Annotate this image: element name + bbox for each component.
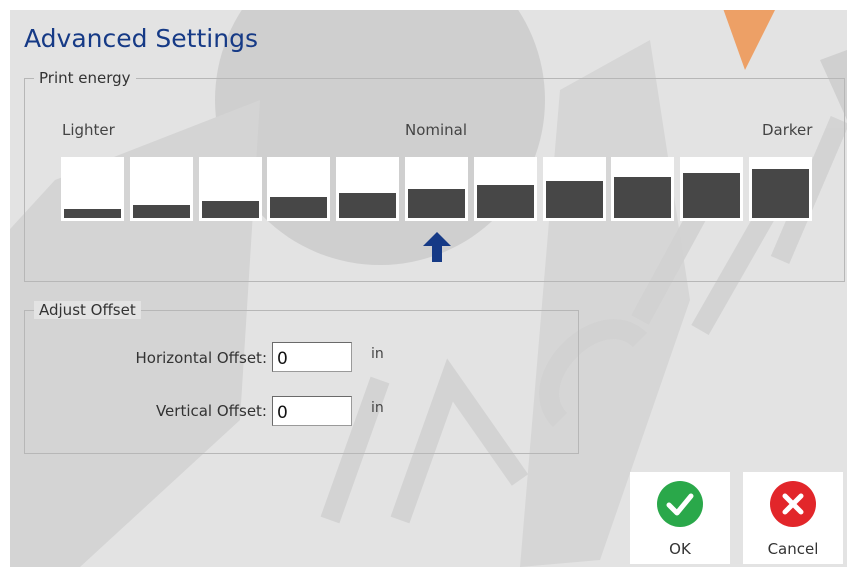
energy-level-5[interactable]	[336, 157, 399, 221]
energy-level-fill	[477, 185, 534, 218]
ok-button-label: OK	[669, 540, 691, 558]
energy-level-7[interactable]	[474, 157, 537, 221]
energy-level-2[interactable]	[130, 157, 193, 221]
energy-level-fill	[683, 173, 740, 218]
nominal-label: Nominal	[405, 121, 468, 139]
horizontal-offset-input[interactable]	[272, 342, 352, 372]
energy-level-fill	[64, 209, 121, 218]
checkmark-icon	[657, 481, 703, 527]
cancel-button[interactable]: Cancel	[743, 472, 843, 564]
ok-button[interactable]: OK	[630, 472, 730, 564]
horizontal-offset-unit: in	[371, 346, 384, 362]
energy-level-fill	[133, 205, 190, 218]
energy-level-fill	[202, 201, 259, 218]
vertical-offset-unit: in	[371, 400, 384, 416]
cancel-button-label: Cancel	[767, 540, 819, 558]
close-icon	[770, 481, 816, 527]
energy-level-fill	[546, 181, 603, 218]
adjust-offset-group: Adjust Offset	[24, 301, 579, 454]
energy-level-3[interactable]	[199, 157, 262, 221]
up-arrow-icon	[423, 232, 451, 262]
energy-level-6[interactable]	[405, 157, 468, 221]
energy-level-fill	[614, 177, 671, 218]
print-energy-legend: Print energy	[34, 69, 136, 87]
horizontal-offset-label: Horizontal Offset:	[135, 349, 267, 367]
energy-level-fill	[752, 169, 809, 218]
vertical-offset-input[interactable]	[272, 396, 352, 426]
lighter-label: Lighter	[62, 121, 115, 139]
darker-label: Darker	[762, 121, 813, 139]
energy-level-1[interactable]	[61, 157, 124, 221]
energy-level-8[interactable]	[543, 157, 606, 221]
energy-level-11[interactable]	[749, 157, 812, 221]
vertical-offset-label: Vertical Offset:	[155, 402, 267, 420]
energy-level-fill	[408, 189, 465, 218]
adjust-offset-legend: Adjust Offset	[34, 301, 141, 319]
energy-level-9[interactable]	[611, 157, 674, 221]
dialog-title: Advanced Settings	[24, 24, 258, 53]
energy-level-10[interactable]	[680, 157, 743, 221]
energy-level-fill	[339, 193, 396, 218]
energy-level-fill	[270, 197, 327, 218]
energy-level-4[interactable]	[267, 157, 330, 221]
